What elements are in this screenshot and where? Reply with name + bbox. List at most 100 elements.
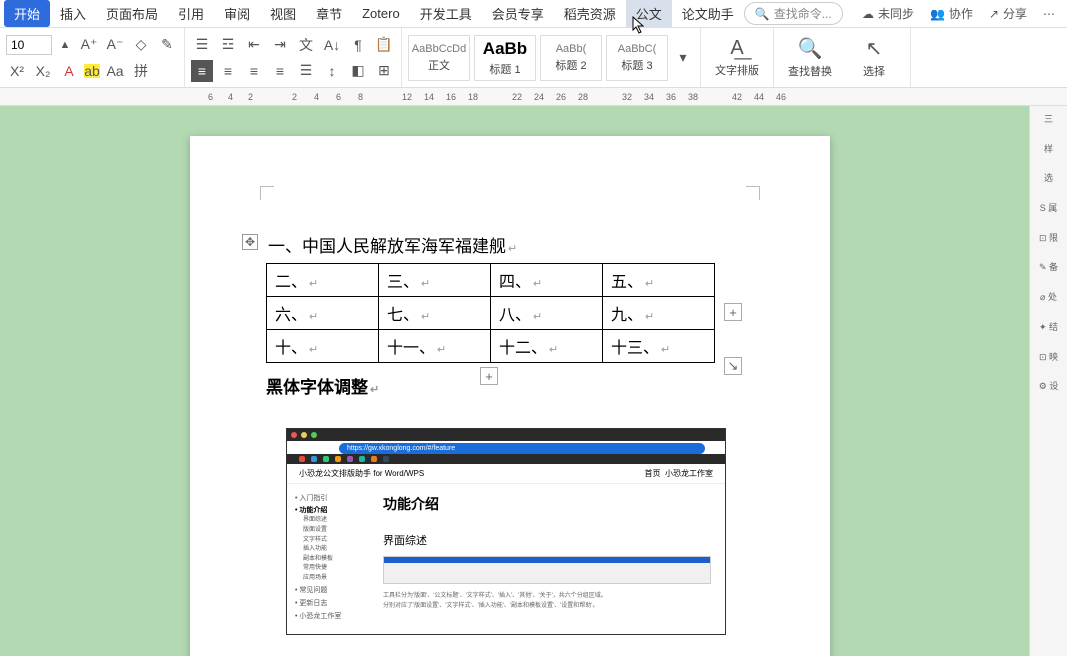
panel-item[interactable]: 样 bbox=[1044, 144, 1053, 156]
style-heading1[interactable]: AaBb 标题 1 bbox=[474, 35, 536, 81]
table-cell[interactable]: 七、↵ bbox=[379, 297, 491, 330]
panel-item[interactable]: 选 bbox=[1044, 173, 1053, 185]
panel-item[interactable]: 三 bbox=[1044, 114, 1053, 126]
distribute-icon[interactable]: ☰ bbox=[295, 60, 317, 82]
collab-icon: 👥 bbox=[930, 7, 945, 21]
decrease-indent-icon[interactable]: ⇤ bbox=[243, 34, 265, 56]
tab-insert[interactable]: 插入 bbox=[50, 0, 96, 27]
font-size-up-icon[interactable]: ▲ bbox=[56, 36, 74, 54]
bullets-icon[interactable]: ☰ bbox=[191, 34, 213, 56]
table-cell[interactable]: 十二、↵ bbox=[491, 330, 603, 363]
share-button[interactable]: ↗分享 bbox=[981, 5, 1035, 22]
text-layout-button[interactable]: A͟ 文字排版 bbox=[707, 37, 767, 78]
style-heading2[interactable]: AaBb( 标题 2 bbox=[540, 35, 602, 81]
shrink-font-icon[interactable]: A⁻ bbox=[104, 34, 126, 56]
panel-item[interactable]: ✦ 结 bbox=[1039, 322, 1058, 334]
tab-official-doc[interactable]: 公文 bbox=[626, 0, 672, 27]
format-painter-icon[interactable]: ✎ bbox=[156, 34, 178, 56]
select-button[interactable]: ↖ 选择 bbox=[844, 36, 904, 79]
table-cell[interactable]: 四、↵ bbox=[491, 264, 603, 297]
font-size-input[interactable] bbox=[6, 35, 52, 55]
panel-item[interactable]: ⚙ 设 bbox=[1039, 381, 1059, 393]
panel-item[interactable]: ⊡ 限 bbox=[1039, 233, 1058, 245]
document-subtitle[interactable]: 黑体字体调整↵ bbox=[266, 373, 810, 398]
embedded-image[interactable]: https://gw.xkonglong.com/#/feature 小恐龙公文… bbox=[286, 428, 726, 635]
tab-review[interactable]: 审阅 bbox=[214, 0, 260, 27]
page: ✥ 一、中国人民解放军海军福建舰↵ 二、↵ 三、↵ 四、↵ 五、↵ 六、↵ 七、… bbox=[190, 136, 830, 656]
sync-status[interactable]: ☁未同步 bbox=[854, 5, 922, 22]
collab-button[interactable]: 👥协作 bbox=[922, 5, 981, 22]
styles-more-icon[interactable]: ▾ bbox=[672, 47, 694, 69]
clear-format-icon[interactable]: ◇ bbox=[130, 34, 152, 56]
text-layout-icon: A͟ bbox=[730, 37, 743, 60]
tab-resource[interactable]: 稻壳资源 bbox=[554, 0, 626, 27]
tab-thesis[interactable]: 论文助手 bbox=[672, 0, 744, 27]
table-cell[interactable]: 十三、↵ bbox=[603, 330, 715, 363]
table-cell[interactable]: 三、↵ bbox=[379, 264, 491, 297]
borders-icon[interactable]: ⊞ bbox=[373, 60, 395, 82]
clipboard-icon[interactable]: 📋 bbox=[373, 34, 395, 56]
panel-item[interactable]: ⌀ 处 bbox=[1040, 292, 1057, 304]
panel-item[interactable]: ⊡ 映 bbox=[1039, 352, 1058, 364]
document-table[interactable]: 二、↵ 三、↵ 四、↵ 五、↵ 六、↵ 七、↵ 八、↵ 九、↵ 十、↵ 十一、↵… bbox=[266, 263, 715, 363]
increase-indent-icon[interactable]: ⇥ bbox=[269, 34, 291, 56]
table-cell[interactable]: 八、↵ bbox=[491, 297, 603, 330]
table-cell[interactable]: 十一、↵ bbox=[379, 330, 491, 363]
text-direction-icon[interactable]: 文 bbox=[295, 34, 317, 56]
webpage-header: 小恐龙公文排版助手 for Word/WPS 首页 小恐龙工作室 bbox=[287, 464, 725, 484]
style-heading3[interactable]: AaBbC( 标题 3 bbox=[606, 35, 668, 81]
shading-icon[interactable]: ◧ bbox=[347, 60, 369, 82]
cursor-icon: ↖ bbox=[866, 36, 883, 61]
table-cell[interactable]: 五、↵ bbox=[603, 264, 715, 297]
align-center-icon[interactable]: ≡ bbox=[217, 60, 239, 82]
table-cell[interactable]: 十、↵ bbox=[267, 330, 379, 363]
minimize-icon bbox=[301, 432, 307, 438]
webpage-content: 功能介绍 界面综述 工具栏分为'版面'、'公文标题'、'文字样式'、'插入'、'… bbox=[369, 484, 725, 634]
table-row[interactable]: 六、↵ 七、↵ 八、↵ 九、↵ bbox=[267, 297, 715, 330]
tab-zotero[interactable]: Zotero bbox=[352, 2, 410, 25]
more-icon[interactable]: ⋯ bbox=[1035, 7, 1063, 21]
add-column-button[interactable]: + bbox=[724, 303, 742, 321]
tab-chapter[interactable]: 章节 bbox=[306, 0, 352, 27]
sort-icon[interactable]: A↓ bbox=[321, 34, 343, 56]
table-cell[interactable]: 九、↵ bbox=[603, 297, 715, 330]
table-resize-handle[interactable]: ↘ bbox=[724, 357, 742, 375]
tab-dev[interactable]: 开发工具 bbox=[410, 0, 482, 27]
font-color-icon[interactable]: A bbox=[58, 60, 80, 82]
superscript-icon[interactable]: X² bbox=[6, 60, 28, 82]
document-heading[interactable]: ✥ 一、中国人民解放军海军福建舰↵ bbox=[268, 232, 810, 257]
command-search[interactable]: 🔍 查找命令... bbox=[744, 2, 843, 25]
tab-member[interactable]: 会员专享 bbox=[482, 0, 554, 27]
ribbon-screenshot bbox=[383, 556, 711, 584]
document-workspace[interactable]: ✥ 一、中国人民解放军海军福建舰↵ 二、↵ 三、↵ 四、↵ 五、↵ 六、↵ 七、… bbox=[0, 106, 1029, 656]
subscript-icon[interactable]: X₂ bbox=[32, 60, 54, 82]
align-right-icon[interactable]: ≡ bbox=[243, 60, 265, 82]
table-move-handle[interactable]: ✥ bbox=[242, 234, 258, 250]
align-left-icon[interactable]: ≡ bbox=[191, 60, 213, 82]
panel-item[interactable]: S 属 bbox=[1040, 203, 1058, 215]
table-cell[interactable]: 六、↵ bbox=[267, 297, 379, 330]
tab-pagelayout[interactable]: 页面布局 bbox=[96, 0, 168, 27]
ribbon: ▲ A⁺ A⁻ ◇ ✎ X² X₂ A ab Aa 拼 ☰ ☲ ⇤ ⇥ bbox=[0, 28, 1067, 88]
add-row-button[interactable]: + bbox=[480, 367, 498, 385]
menu-bar: 开始 插入 页面布局 引用 审阅 视图 章节 Zotero 开发工具 会员专享 … bbox=[0, 0, 1067, 28]
show-marks-icon[interactable]: ¶ bbox=[347, 34, 369, 56]
highlight-icon[interactable]: ab bbox=[84, 64, 100, 78]
tab-reference[interactable]: 引用 bbox=[168, 0, 214, 27]
table-row[interactable]: 十、↵ 十一、↵ 十二、↵ 十三、↵ bbox=[267, 330, 715, 363]
panel-item[interactable]: ✎ 备 bbox=[1039, 262, 1058, 274]
line-spacing-icon[interactable]: ↕ bbox=[321, 60, 343, 82]
grow-font-icon[interactable]: A⁺ bbox=[78, 34, 100, 56]
tab-view[interactable]: 视图 bbox=[260, 0, 306, 27]
style-normal[interactable]: AaBbCcDd 正文 bbox=[408, 35, 470, 81]
phonetic-icon[interactable]: 拼 bbox=[130, 60, 152, 82]
table-row[interactable]: 二、↵ 三、↵ 四、↵ 五、↵ bbox=[267, 264, 715, 297]
tab-start[interactable]: 开始 bbox=[4, 0, 50, 27]
change-case-icon[interactable]: Aa bbox=[104, 60, 126, 82]
find-replace-button[interactable]: 🔍 查找替换 bbox=[780, 36, 840, 79]
align-justify-icon[interactable]: ≡ bbox=[269, 60, 291, 82]
numbering-icon[interactable]: ☲ bbox=[217, 34, 239, 56]
horizontal-ruler[interactable]: 6 4 2 2 4 6 8 12 14 16 18 22 24 26 28 32… bbox=[0, 88, 1067, 106]
browser-titlebar bbox=[287, 429, 725, 441]
table-cell[interactable]: 二、↵ bbox=[267, 264, 379, 297]
